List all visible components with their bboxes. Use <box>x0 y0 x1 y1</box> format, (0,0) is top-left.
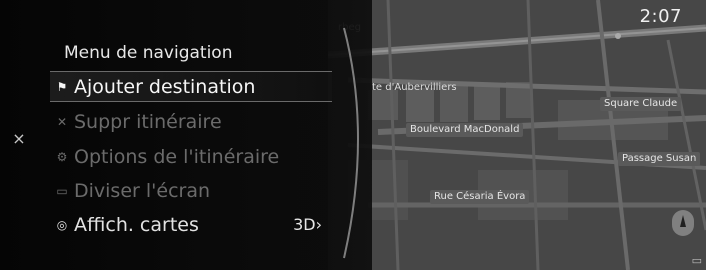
menu-item-add-destination[interactable]: ⚑ Ajouter destination <box>50 71 332 102</box>
map-view[interactable]: rbeg te d'Aubervilliers Boulevard MacDon… <box>328 0 706 270</box>
menu-item-label: Suppr itinéraire <box>74 110 222 133</box>
street-label: Rue Césaria Évora <box>430 190 530 204</box>
map-view-icon: ◎ <box>56 217 68 232</box>
split-screen-icon: ▭ <box>56 183 68 198</box>
map-menu-icon[interactable]: ▭ <box>692 255 702 266</box>
remove-route-icon: ✕ <box>56 114 68 129</box>
menu-item-map-view[interactable]: ◎ Affich. cartes 3D› <box>50 209 332 240</box>
navigation-menu: × Menu de navigation ⚑ Ajouter destinati… <box>0 0 372 270</box>
clock: 2:07 <box>639 6 682 27</box>
map-view-mode-value: 3D› <box>293 215 322 234</box>
menu-item-delete-route[interactable]: ✕ Suppr itinéraire <box>50 106 332 137</box>
navigation-screen: rbeg te d'Aubervilliers Boulevard MacDon… <box>0 0 706 270</box>
menu-item-label: Ajouter destination <box>74 75 256 98</box>
menu-item-label: Affich. cartes <box>74 213 199 236</box>
compass-icon[interactable] <box>672 210 694 236</box>
menu-item-label: Options de l'itinéraire <box>74 145 280 168</box>
route-options-icon: ⚙ <box>56 149 68 164</box>
menu-title: Menu de navigation <box>64 43 233 63</box>
menu-item-split-screen[interactable]: ▭ Diviser l'écran <box>50 175 332 206</box>
street-label: Boulevard MacDonald <box>406 123 524 137</box>
close-button[interactable]: × <box>10 130 28 148</box>
street-label: te d'Aubervilliers <box>372 82 457 93</box>
flag-icon: ⚑ <box>56 79 68 94</box>
street-label: Passage Susan <box>618 152 701 166</box>
menu-item-route-options[interactable]: ⚙ Options de l'itinéraire <box>50 141 332 172</box>
menu-item-label: Diviser l'écran <box>74 179 211 202</box>
street-label: Square Claude <box>600 97 682 111</box>
